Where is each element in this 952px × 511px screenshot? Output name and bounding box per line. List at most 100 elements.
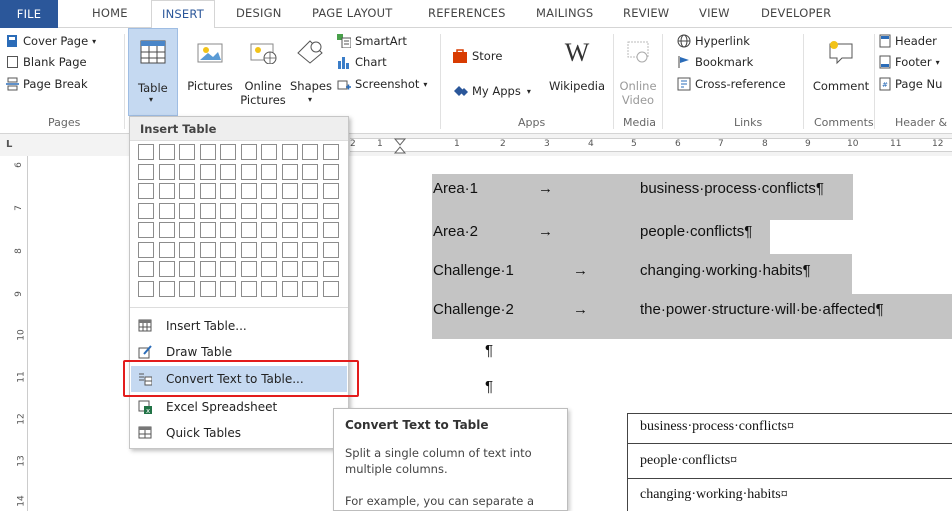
grid-cell[interactable] (220, 144, 236, 160)
grid-cell[interactable] (281, 222, 298, 238)
grid-cell[interactable] (158, 280, 175, 297)
tab-insert[interactable]: INSERT (151, 0, 215, 29)
grid-cell[interactable] (138, 144, 154, 160)
grid-cell[interactable] (302, 202, 318, 219)
grid-cell[interactable] (240, 222, 257, 238)
tab-developer[interactable]: DEVELOPER (761, 6, 831, 20)
grid-cell[interactable] (199, 183, 216, 199)
grid-cell[interactable] (220, 202, 236, 219)
grid-cell[interactable] (179, 163, 195, 180)
grid-cell[interactable] (138, 222, 154, 238)
bookmark-button[interactable]: Bookmark (677, 55, 753, 69)
cover-page-button[interactable]: Cover Page ▾ (6, 34, 96, 48)
grid-cell[interactable] (261, 202, 277, 219)
shapes-button[interactable]: Shapes ▾ (290, 40, 332, 107)
table-size-grid[interactable] (138, 144, 344, 302)
grid-cell[interactable] (179, 202, 195, 219)
screenshot-button[interactable]: Screenshot ▾ (337, 77, 427, 91)
grid-cell[interactable] (281, 144, 298, 160)
page-break-button[interactable]: Page Break (6, 77, 88, 91)
grid-cell[interactable] (199, 144, 216, 160)
cross-reference-button[interactable]: Cross-reference (677, 77, 786, 91)
grid-cell[interactable] (240, 280, 257, 297)
grid-cell[interactable] (199, 202, 216, 219)
grid-cell[interactable] (322, 144, 339, 160)
tab-review[interactable]: REVIEW (623, 6, 669, 20)
grid-cell[interactable] (281, 202, 298, 219)
grid-cell[interactable] (220, 241, 236, 258)
grid-cell[interactable] (220, 222, 236, 238)
grid-cell[interactable] (261, 222, 277, 238)
tab-view[interactable]: VIEW (699, 6, 730, 20)
grid-cell[interactable] (179, 280, 195, 297)
page-number-button[interactable]: # Page Nu (879, 77, 942, 91)
grid-cell[interactable] (322, 183, 339, 199)
indent-marker-icon[interactable] (394, 138, 406, 154)
grid-cell[interactable] (199, 241, 216, 258)
hyperlink-button[interactable]: Hyperlink (677, 34, 750, 48)
store-button[interactable]: Store (452, 48, 502, 64)
grid-cell[interactable] (220, 280, 236, 297)
grid-cell[interactable] (158, 144, 175, 160)
grid-cell[interactable] (261, 183, 277, 199)
tab-references[interactable]: REFERENCES (428, 6, 506, 20)
table-button[interactable]: Table ▾ (128, 28, 178, 116)
grid-cell[interactable] (261, 163, 277, 180)
grid-cell[interactable] (281, 280, 298, 297)
wikipedia-button[interactable]: W Wikipedia (545, 40, 609, 94)
grid-cell[interactable] (138, 202, 154, 219)
grid-cell[interactable] (261, 280, 277, 297)
excel-spreadsheet-menu-item[interactable]: x Excel Spreadsheet (131, 394, 347, 420)
footer-button[interactable]: Footer ▾ (879, 55, 940, 69)
grid-cell[interactable] (261, 144, 277, 160)
my-apps-button[interactable]: My Apps ▾ (452, 84, 531, 98)
grid-cell[interactable] (302, 261, 318, 277)
tab-selector-icon[interactable]: L (6, 139, 12, 150)
grid-cell[interactable] (302, 163, 318, 180)
grid-cell[interactable] (158, 183, 175, 199)
grid-cell[interactable] (158, 202, 175, 219)
tab-file[interactable]: FILE (0, 0, 58, 28)
grid-cell[interactable] (322, 202, 339, 219)
comment-button[interactable]: Comment (810, 40, 872, 93)
grid-cell[interactable] (179, 261, 195, 277)
grid-cell[interactable] (322, 163, 339, 180)
grid-cell[interactable] (322, 222, 339, 238)
online-pictures-button[interactable]: Online Pictures (238, 40, 288, 107)
blank-page-button[interactable]: Blank Page (6, 55, 87, 69)
grid-cell[interactable] (179, 241, 195, 258)
grid-cell[interactable] (240, 261, 257, 277)
grid-cell[interactable] (179, 222, 195, 238)
grid-cell[interactable] (158, 261, 175, 277)
grid-cell[interactable] (240, 241, 257, 258)
grid-cell[interactable] (281, 261, 298, 277)
tab-home[interactable]: HOME (92, 6, 128, 20)
grid-cell[interactable] (179, 183, 195, 199)
grid-cell[interactable] (322, 241, 339, 258)
grid-cell[interactable] (158, 222, 175, 238)
grid-cell[interactable] (322, 280, 339, 297)
grid-cell[interactable] (199, 163, 216, 180)
chart-button[interactable]: Chart (337, 55, 387, 69)
grid-cell[interactable] (220, 163, 236, 180)
grid-cell[interactable] (302, 280, 318, 297)
grid-cell[interactable] (158, 163, 175, 180)
pictures-button[interactable]: Pictures (186, 40, 234, 93)
header-button[interactable]: Header (879, 34, 937, 48)
tab-page-layout[interactable]: PAGE LAYOUT (312, 6, 392, 20)
tab-design[interactable]: DESIGN (236, 6, 282, 20)
grid-cell[interactable] (281, 163, 298, 180)
online-video-button[interactable]: Online Video (618, 40, 658, 107)
grid-cell[interactable] (138, 163, 154, 180)
grid-cell[interactable] (302, 241, 318, 258)
grid-cell[interactable] (138, 280, 154, 297)
insert-table-menu-item[interactable]: Insert Table... (131, 313, 347, 339)
smartart-button[interactable]: SmartArt (337, 34, 407, 48)
grid-cell[interactable] (302, 183, 318, 199)
grid-cell[interactable] (240, 202, 257, 219)
grid-cell[interactable] (261, 241, 277, 258)
grid-cell[interactable] (322, 261, 339, 277)
grid-cell[interactable] (199, 280, 216, 297)
quick-tables-menu-item[interactable]: Quick Tables (131, 420, 347, 446)
grid-cell[interactable] (199, 222, 216, 238)
